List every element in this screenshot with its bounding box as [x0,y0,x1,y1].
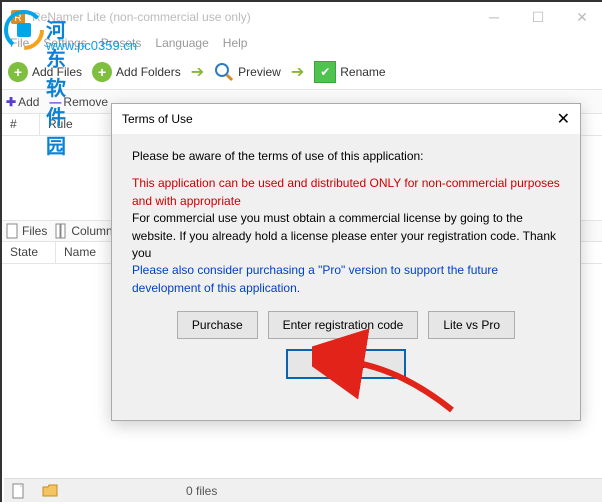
main-toolbar: + Add Files + Add Folders ➔ Preview ➔ ✔ … [2,54,602,90]
remove-rule-label: Remove [63,95,108,109]
close-button[interactable]: ✕ [560,3,602,31]
plus-icon: ✚ [6,95,16,109]
preview-button[interactable]: Preview [214,62,281,82]
plus-icon: + [92,62,112,82]
columns-button[interactable]: Columns [55,223,118,239]
minimize-button[interactable]: ─ [472,3,516,31]
folder-icon [42,484,58,498]
accept-row: Accept [132,339,560,379]
enter-code-button[interactable]: Enter registration code [268,311,419,339]
accept-button[interactable]: Accept [286,349,407,379]
maximize-button[interactable]: ☐ [516,3,560,31]
menu-file[interactable]: File [10,36,29,50]
app-icon: R [10,9,26,25]
statusbar: 0 files [4,478,602,502]
menu-language[interactable]: Language [155,36,208,50]
arrow-right-icon: ➔ [191,62,204,82]
status-files-count: 0 files [178,484,225,498]
remove-rule-button[interactable]: —Remove [49,95,108,109]
status-icon-folder [34,484,66,498]
preview-label: Preview [238,65,281,79]
window-title: ReNamer Lite (non-commercial use only) [32,10,472,24]
dialog-pro-text: Please also consider purchasing a "Pro" … [132,262,560,297]
col-state[interactable]: State [2,242,56,263]
dialog-title: Terms of Use [122,112,557,126]
add-rule-button[interactable]: ✚Add [6,95,39,109]
menubar: File Settings Presets Language Help [2,32,602,54]
document-icon [6,223,20,239]
plus-icon: + [8,62,28,82]
dialog-intro: Please be aware of the terms of use of t… [132,148,560,165]
add-folders-button[interactable]: + Add Folders [92,62,181,82]
dialog-noncommercial-text: This application can be used and distrib… [132,175,560,210]
add-folders-label: Add Folders [116,65,181,79]
rename-label: Rename [340,65,385,79]
minus-icon: — [49,95,61,109]
menu-help[interactable]: Help [223,36,248,50]
document-icon [12,483,26,499]
lite-vs-pro-button[interactable]: Lite vs Pro [428,311,515,339]
add-rule-label: Add [18,95,39,109]
dialog-button-row: Purchase Enter registration code Lite vs… [132,311,560,339]
svg-text:R: R [14,13,21,24]
dialog-close-button[interactable]: ✕ [557,109,570,129]
titlebar: R ReNamer Lite (non-commercial use only)… [2,2,602,32]
terms-dialog: Terms of Use ✕ Please be aware of the te… [111,103,581,421]
check-icon: ✔ [314,61,336,83]
files-tab-label: Files [22,224,47,238]
status-icon-file [4,483,34,499]
menu-settings[interactable]: Settings [43,36,86,50]
dialog-body: Please be aware of the terms of use of t… [112,134,580,389]
arrow-right-icon: ➔ [291,62,304,82]
menu-presets[interactable]: Presets [101,36,142,50]
col-num[interactable]: # [2,114,40,135]
files-tab[interactable]: Files [6,223,47,239]
dialog-titlebar: Terms of Use ✕ [112,104,580,134]
purchase-button[interactable]: Purchase [177,311,258,339]
add-files-button[interactable]: + Add Files [8,62,82,82]
rename-button[interactable]: ✔ Rename [314,61,385,83]
magnifier-icon [214,62,234,82]
columns-icon [55,223,69,239]
add-files-label: Add Files [32,65,82,79]
dialog-commercial-text: For commercial use you must obtain a com… [132,210,560,262]
